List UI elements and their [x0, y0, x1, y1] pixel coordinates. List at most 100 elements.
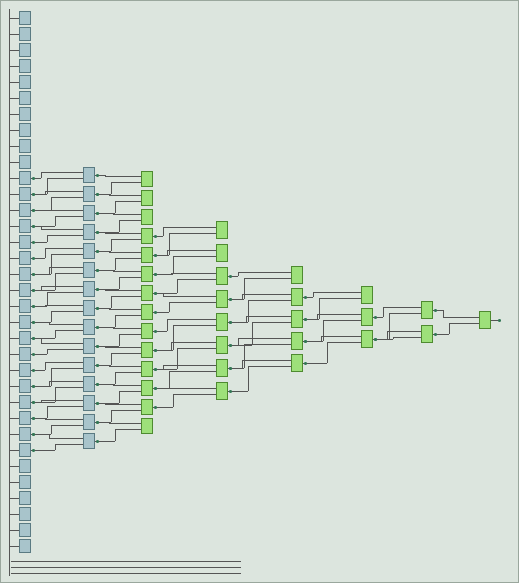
input-cell[interactable] [19, 411, 31, 425]
input-cell[interactable] [19, 315, 31, 329]
input-cell[interactable] [19, 427, 31, 441]
logic-cell[interactable] [141, 285, 153, 301]
logic-cell[interactable] [216, 382, 228, 400]
input-cell[interactable] [19, 395, 31, 409]
logic-cell[interactable] [291, 288, 303, 306]
input-cell[interactable] [19, 267, 31, 281]
wire [167, 250, 216, 251]
input-cell[interactable] [83, 376, 95, 392]
input-cell[interactable] [19, 91, 31, 105]
input-cell[interactable] [19, 155, 31, 169]
logic-cell[interactable] [141, 361, 153, 377]
input-cell[interactable] [83, 186, 95, 202]
input-cell[interactable] [19, 331, 31, 345]
wire [9, 306, 19, 307]
input-cell[interactable] [19, 11, 31, 25]
input-cell[interactable] [83, 433, 95, 449]
input-cell[interactable] [19, 299, 31, 313]
logic-cell[interactable] [141, 399, 153, 415]
input-cell[interactable] [19, 475, 31, 489]
logic-cell[interactable] [141, 304, 153, 320]
input-cell[interactable] [83, 414, 95, 430]
input-cell[interactable] [19, 107, 31, 121]
input-cell[interactable] [19, 75, 31, 89]
input-cell[interactable] [19, 59, 31, 73]
logic-cell[interactable] [291, 354, 303, 372]
input-cell[interactable] [19, 507, 31, 521]
wire [9, 322, 19, 323]
input-cell[interactable] [83, 243, 95, 259]
wire [9, 178, 19, 179]
input-cell[interactable] [83, 357, 95, 373]
logic-cell[interactable] [216, 313, 228, 331]
input-cell[interactable] [19, 491, 31, 505]
wire [171, 342, 216, 343]
logic-cell[interactable] [141, 266, 153, 282]
logic-cell[interactable] [361, 308, 373, 326]
input-cell[interactable] [83, 395, 95, 411]
logic-cell[interactable] [141, 323, 153, 339]
logic-cell[interactable] [141, 171, 153, 187]
input-cell[interactable] [19, 347, 31, 361]
wire [443, 317, 479, 318]
logic-cell[interactable] [216, 244, 228, 262]
logic-cell[interactable] [421, 301, 433, 319]
logic-cell[interactable] [216, 290, 228, 308]
wire [119, 391, 141, 392]
logic-cell[interactable] [361, 330, 373, 348]
logic-cell[interactable] [216, 221, 228, 239]
wire [115, 258, 141, 259]
input-cell[interactable] [19, 363, 31, 377]
input-cell[interactable] [83, 205, 95, 221]
input-cell[interactable] [19, 171, 31, 185]
logic-cell[interactable] [479, 311, 491, 329]
logic-cell[interactable] [216, 267, 228, 285]
logic-cell[interactable] [141, 247, 153, 263]
input-cell[interactable] [19, 235, 31, 249]
input-cell[interactable] [83, 300, 95, 316]
logic-cell[interactable] [291, 310, 303, 328]
logic-cell[interactable] [141, 209, 153, 225]
wire [9, 466, 19, 467]
wire [9, 450, 19, 451]
logic-cell[interactable] [291, 332, 303, 350]
logic-cell[interactable] [361, 286, 373, 304]
input-cell[interactable] [19, 219, 31, 233]
input-cell[interactable] [19, 43, 31, 57]
input-cell[interactable] [19, 443, 31, 457]
input-cell[interactable] [83, 167, 95, 183]
logic-cell[interactable] [141, 418, 153, 434]
input-cell[interactable] [19, 283, 31, 297]
wire [9, 290, 19, 291]
wire [244, 278, 291, 279]
input-cell[interactable] [19, 187, 31, 201]
input-cell[interactable] [19, 523, 31, 537]
input-cell[interactable] [19, 27, 31, 41]
input-cell[interactable] [19, 123, 31, 137]
input-cell[interactable] [83, 281, 95, 297]
input-cell[interactable] [83, 319, 95, 335]
input-cell[interactable] [19, 539, 31, 553]
input-cell[interactable] [19, 251, 31, 265]
logic-cell[interactable] [291, 266, 303, 284]
wire [109, 195, 141, 196]
pin [32, 209, 35, 212]
logic-cell[interactable] [141, 190, 153, 206]
input-cell[interactable] [83, 262, 95, 278]
logic-cell[interactable] [421, 325, 433, 343]
input-cell[interactable] [19, 203, 31, 217]
input-cell[interactable] [83, 338, 95, 354]
logic-cell[interactable] [141, 228, 153, 244]
logic-cell[interactable] [141, 380, 153, 396]
input-cell[interactable] [19, 459, 31, 473]
input-cell[interactable] [19, 379, 31, 393]
wire [167, 319, 168, 331]
wire [51, 425, 52, 434]
logic-cell[interactable] [141, 342, 153, 358]
schematic-canvas[interactable] [0, 0, 519, 583]
logic-cell[interactable] [216, 336, 228, 354]
input-cell[interactable] [83, 224, 95, 240]
input-cell[interactable] [19, 139, 31, 153]
logic-cell[interactable] [216, 359, 228, 377]
pin [96, 421, 99, 424]
